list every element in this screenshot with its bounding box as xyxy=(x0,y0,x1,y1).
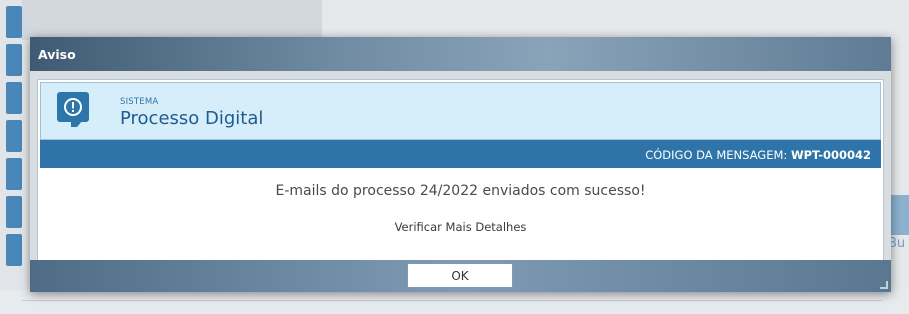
dialog-titlebar[interactable]: Aviso xyxy=(30,37,891,71)
left-sidebar xyxy=(0,0,22,314)
sidebar-tab[interactable] xyxy=(6,82,22,114)
exclamation-circle-icon xyxy=(57,92,89,127)
sidebar-tab[interactable] xyxy=(6,196,22,228)
background-footer xyxy=(0,290,909,314)
dialog-body: SISTEMA Processo Digital CÓDIGO DA MENSA… xyxy=(37,79,884,269)
dialog-footer: OK xyxy=(30,260,891,292)
alert-dialog: Aviso SISTEMA Processo Digital CÓDIGO DA… xyxy=(30,37,891,292)
sidebar-tab[interactable] xyxy=(6,6,22,38)
message-code-value: WPT-000042 xyxy=(790,148,871,162)
message-code-bar: CÓDIGO DA MENSAGEM: WPT-000042 xyxy=(40,140,881,168)
message-code-label: CÓDIGO DA MENSAGEM: xyxy=(645,148,788,162)
details-link[interactable]: Verificar Mais Detalhes xyxy=(38,220,883,234)
sidebar-tab[interactable] xyxy=(6,120,22,152)
resize-grip-icon[interactable] xyxy=(880,281,888,289)
sidebar-tab[interactable] xyxy=(6,44,22,76)
message-text: E-mails do processo 24/2022 enviados com… xyxy=(275,183,646,199)
background-divider xyxy=(22,300,882,301)
system-name: Processo Digital xyxy=(120,108,264,129)
system-header: SISTEMA Processo Digital xyxy=(40,82,881,140)
background-panel xyxy=(22,0,322,40)
system-label: SISTEMA xyxy=(120,97,159,107)
dialog-title: Aviso xyxy=(38,47,76,62)
sidebar-tab[interactable] xyxy=(6,158,22,190)
message-code: CÓDIGO DA MENSAGEM: WPT-000042 xyxy=(645,148,871,162)
sidebar-tab[interactable] xyxy=(6,234,22,266)
ok-button[interactable]: OK xyxy=(407,263,513,288)
